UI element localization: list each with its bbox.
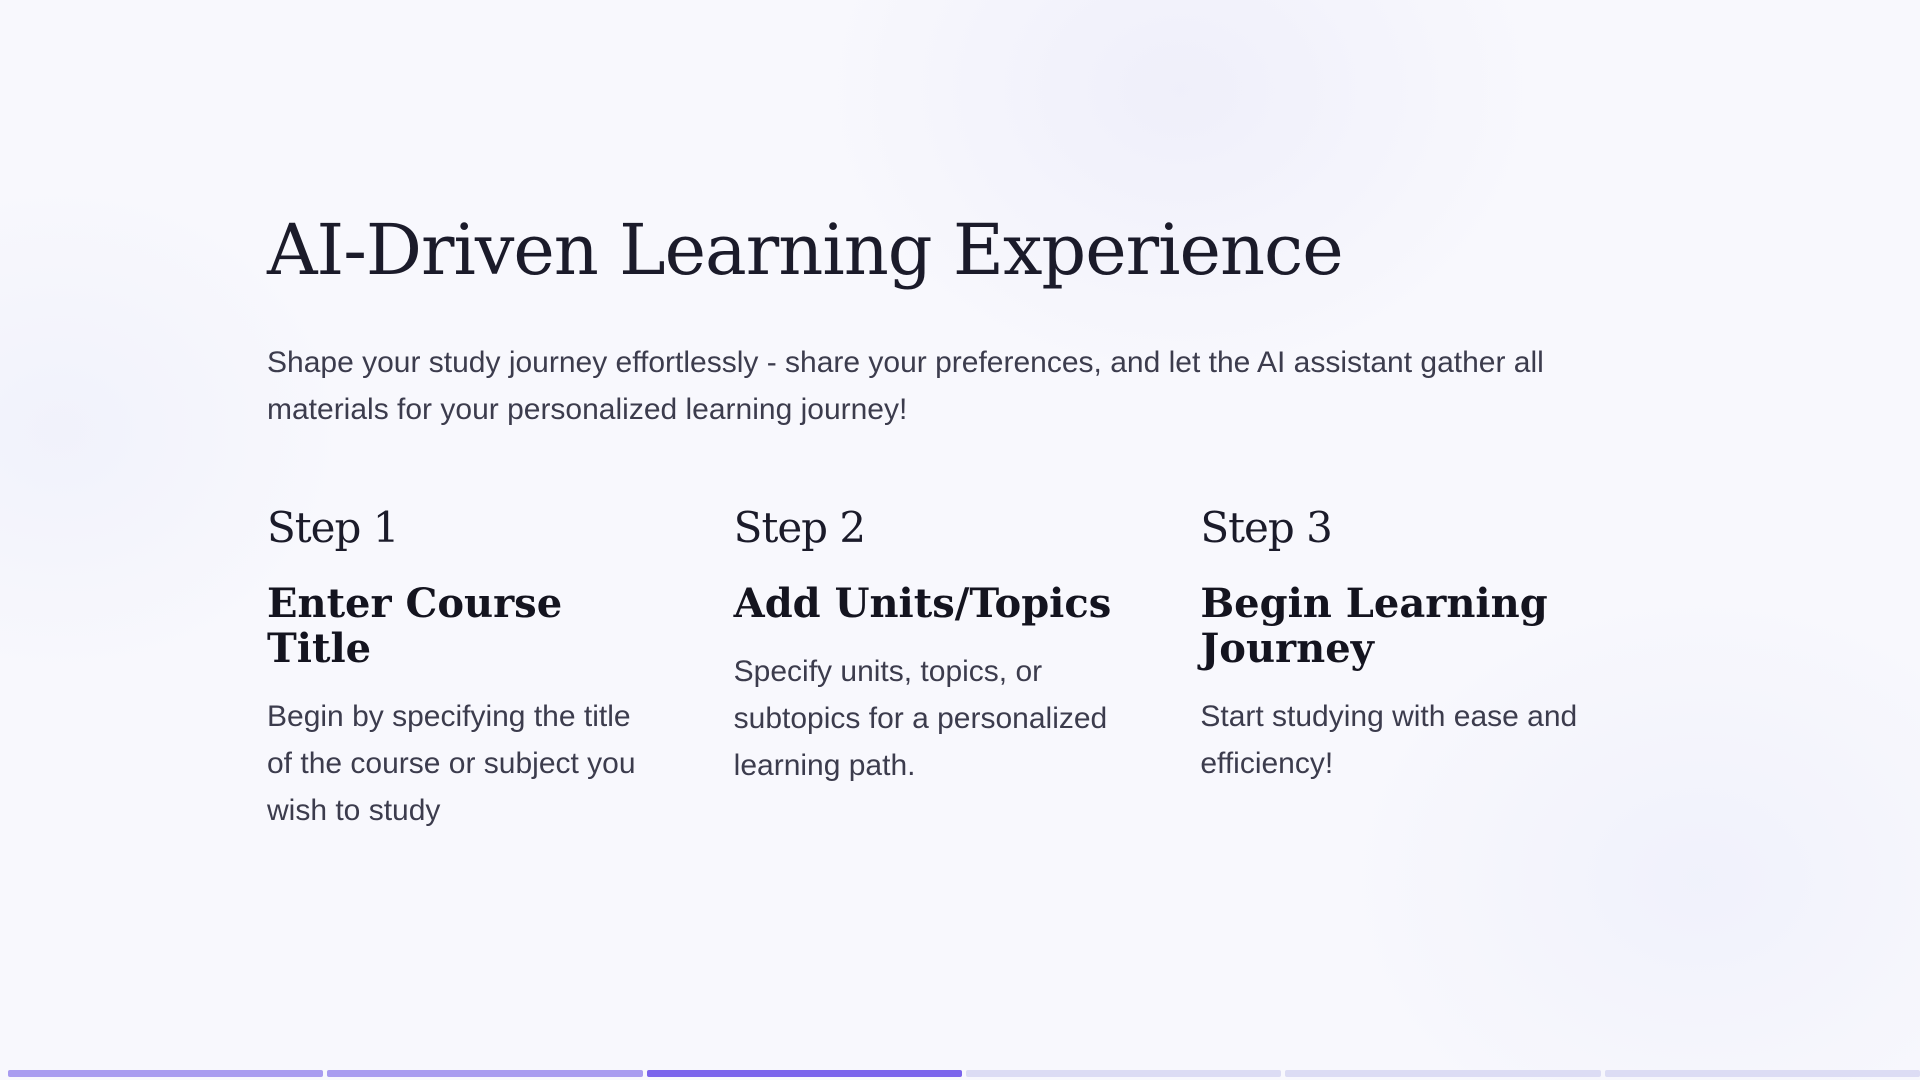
step-description: Begin by specifying the title of the cou…: [267, 699, 636, 827]
progress-segment-5[interactable]: [1285, 1070, 1601, 1077]
step-description: Specify units, topics, or subtopics for …: [733, 654, 1108, 782]
step-number: Step 3: [1200, 502, 1332, 552]
step-2: Step 2 Add Units/Topics Specify units, t…: [734, 503, 1201, 834]
step-heading: Enter Course Title: [267, 579, 563, 672]
step-1: Step 1 Enter Course Title Begin by speci…: [267, 503, 734, 834]
step-description: Start studying with ease and efficiency!: [1200, 699, 1578, 780]
slide-intro: Shape your study journey effortlessly - …: [267, 345, 1544, 426]
slide-title: AI-Driven Learning Experience: [267, 209, 1344, 291]
progress-segment-6[interactable]: [1604, 1070, 1920, 1077]
step-number: Step 1: [267, 502, 399, 552]
slide-progress-bar[interactable]: [8, 1070, 1920, 1078]
step-number: Step 2: [733, 502, 866, 552]
step-3: Step 3 Begin Learning Journey Start stud…: [1200, 503, 1667, 834]
steps-row: Step 1 Enter Course Title Begin by speci…: [267, 503, 1667, 834]
progress-segment-2[interactable]: [327, 1070, 643, 1077]
step-heading: Add Units/Topics: [733, 579, 1112, 627]
progress-segment-3[interactable]: [646, 1070, 962, 1077]
progress-segment-4[interactable]: [965, 1070, 1282, 1077]
progress-segment-1[interactable]: [8, 1070, 324, 1077]
slide-content: AI-Driven Learning Experience Shape your…: [267, 210, 1667, 834]
step-heading: Begin Learning Journey: [1200, 579, 1548, 672]
